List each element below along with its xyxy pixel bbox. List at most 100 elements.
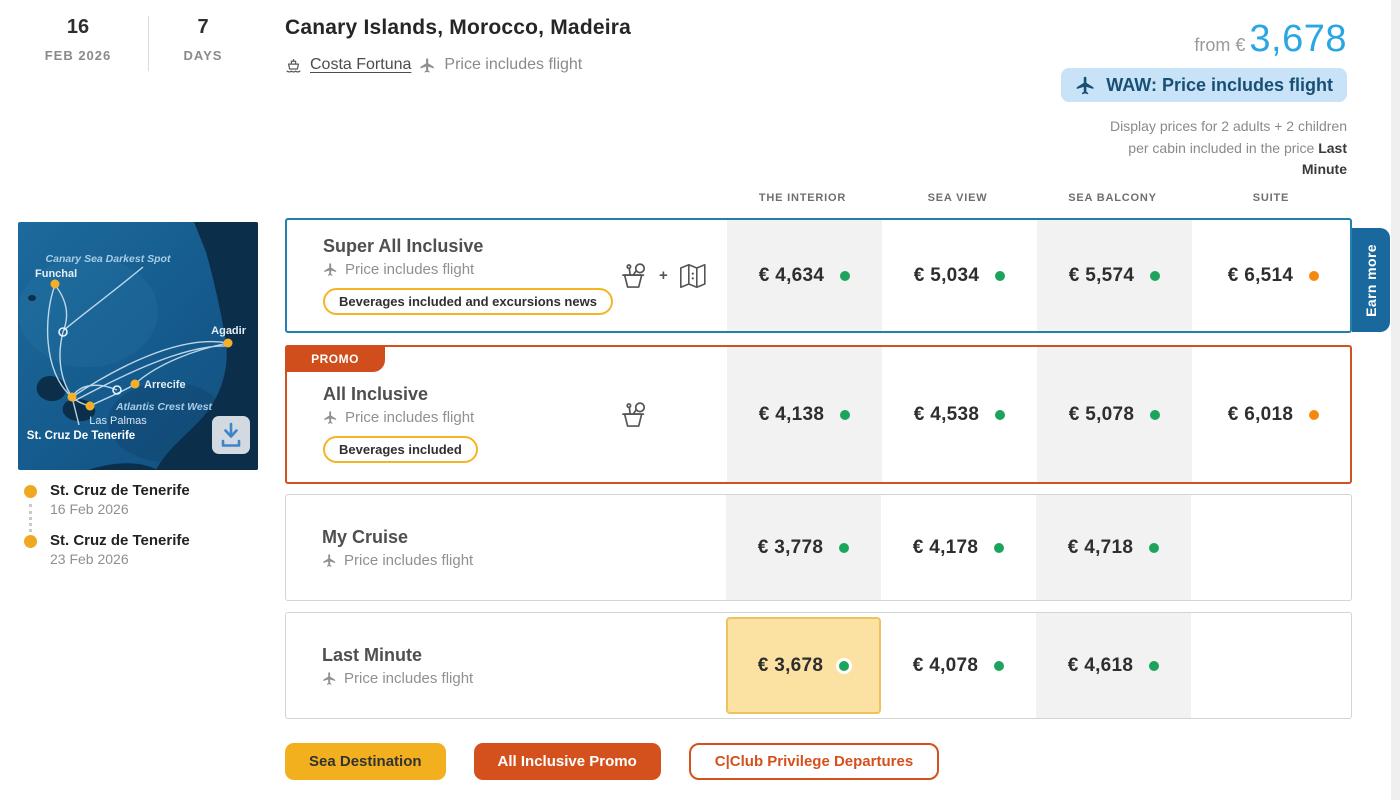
beverages-excursions-pill: Beverages included and excursions news xyxy=(323,288,613,315)
rate-info: My Cruise Price includes flight xyxy=(286,495,726,600)
price-cell-seaview[interactable]: € 4,538 xyxy=(882,347,1037,482)
beverage-icon xyxy=(617,260,651,292)
price-cell-balcony[interactable]: € 4,618 xyxy=(1036,613,1191,718)
availability-dot xyxy=(1149,542,1160,553)
price-value: € 3,778 xyxy=(757,536,824,558)
all-inclusive-promo-button[interactable]: All Inclusive Promo xyxy=(473,743,661,780)
price-value: € 4,634 xyxy=(758,264,825,286)
rate-feature-icons xyxy=(617,399,651,431)
flight-icon xyxy=(323,262,338,277)
rate-info: All Inclusive Price includes flight Beve… xyxy=(287,347,727,482)
price-cell-interior[interactable]: € 4,634 xyxy=(727,220,882,331)
map-port-label-arrecife: Arrecife xyxy=(144,379,186,391)
earn-more-tab[interactable]: Earn more xyxy=(1352,228,1390,332)
availability-dot xyxy=(1150,409,1161,420)
rate-info: Last Minute Price includes flight xyxy=(286,613,726,718)
availability-dot xyxy=(994,660,1005,671)
flight-icon xyxy=(322,553,337,568)
port-dot-icon xyxy=(24,535,37,548)
waw-flight-badge[interactable]: WAW: Price includes flight xyxy=(1061,68,1347,102)
rate-flight-note: Price includes flight xyxy=(323,409,727,426)
availability-dot xyxy=(1309,409,1320,420)
availability-dot xyxy=(995,409,1006,420)
price-cell-seaview[interactable]: € 5,034 xyxy=(882,220,1037,331)
ship-icon xyxy=(285,57,302,74)
price-value: € 6,514 xyxy=(1227,264,1294,286)
port-dot-icon xyxy=(24,485,37,498)
rate-name: Super All Inclusive xyxy=(323,236,484,256)
flight-icon xyxy=(322,671,337,686)
price-cell-suite-empty xyxy=(1191,495,1354,600)
price-value: € 4,718 xyxy=(1067,536,1134,558)
price-cell-balcony[interactable]: € 5,574 xyxy=(1037,220,1192,331)
duration-value: 7 xyxy=(197,16,209,38)
flight-note-text: Price includes flight xyxy=(345,409,475,426)
rate-name: Last Minute xyxy=(322,644,423,665)
route-map[interactable]: Canary Sea Darkest Spot Funchal Agadir A… xyxy=(18,222,258,470)
ship-name-link[interactable]: Costa Fortuna xyxy=(310,56,411,74)
map-port-label-funchal: Funchal xyxy=(35,268,77,280)
column-header-interior: THE INTERIOR xyxy=(758,192,847,204)
itinerary-stop: St. Cruz de Tenerife 23 Feb 2026 xyxy=(24,532,190,567)
column-header-balcony: SEA BALCONY xyxy=(1068,192,1157,204)
rate-row-last-minute[interactable]: Last Minute Price includes flight € 3,67… xyxy=(285,612,1352,719)
earn-more-label: Earn more xyxy=(1363,243,1379,317)
price-value: € 5,078 xyxy=(1068,403,1135,425)
map-spot-label: Atlantis Crest West xyxy=(115,401,213,413)
price-cell-seaview[interactable]: € 4,178 xyxy=(881,495,1036,600)
price-cell-suite[interactable]: € 6,018 xyxy=(1192,347,1355,482)
from-label: from € xyxy=(1194,35,1246,55)
price-cell-suite[interactable]: € 6,514 xyxy=(1192,220,1355,331)
price-cell-interior[interactable]: € 4,138 xyxy=(727,347,882,482)
plus-separator: + xyxy=(659,267,668,284)
note-text: Display prices for 2 adults + 2 children… xyxy=(1110,118,1347,156)
price-value: € 4,178 xyxy=(912,536,979,558)
column-header-seaview: SEA VIEW xyxy=(927,192,988,204)
departure-date: 16 FEB 2026 xyxy=(30,16,126,63)
itinerary-port: St. Cruz de Tenerife xyxy=(50,482,190,499)
rate-feature-icons: + xyxy=(617,260,708,292)
column-header-suite: SUITE xyxy=(1252,192,1290,204)
map-port-label-laspalmas: Las Palmas xyxy=(89,415,147,427)
price-cell-interior-selected[interactable]: € 3,678 xyxy=(726,617,881,714)
map-download-button[interactable] xyxy=(212,416,250,454)
waw-badge-label: WAW: Price includes flight xyxy=(1106,74,1333,95)
departure-month-year: FEB 2026 xyxy=(44,48,112,63)
price-display-note: Display prices for 2 adults + 2 children… xyxy=(1089,116,1347,181)
price-cell-seaview[interactable]: € 4,078 xyxy=(881,613,1036,718)
itinerary-date: 16 Feb 2026 xyxy=(50,501,129,517)
beverage-icon xyxy=(617,399,651,431)
rate-row-all-inclusive[interactable]: PROMO All Inclusive Price includes fligh… xyxy=(285,345,1352,484)
availability-dot xyxy=(1149,660,1160,671)
flight-note-text: Price includes flight xyxy=(344,669,474,687)
rate-row-super-all-inclusive[interactable]: Super All Inclusive Price includes fligh… xyxy=(285,218,1352,333)
flight-icon xyxy=(1075,75,1096,96)
itinerary-port: St. Cruz de Tenerife xyxy=(50,532,190,549)
flight-icon xyxy=(323,410,338,425)
price-value: € 5,034 xyxy=(913,264,980,286)
beverages-pill: Beverages included xyxy=(323,436,478,463)
flight-note: Price includes flight xyxy=(444,56,583,73)
rate-row-my-cruise[interactable]: My Cruise Price includes flight € 3,778 … xyxy=(285,494,1352,601)
duration-label: DAYS xyxy=(183,48,223,63)
price-value: € 3,678 xyxy=(757,654,824,676)
availability-dot xyxy=(839,542,850,553)
price-cell-interior[interactable]: € 3,778 xyxy=(726,495,881,600)
availability-dot xyxy=(840,270,851,281)
availability-dot xyxy=(839,660,850,671)
price-cell-balcony[interactable]: € 5,078 xyxy=(1037,347,1192,482)
price-value: € 4,618 xyxy=(1067,654,1134,676)
map-region-label: Canary Sea Darkest Spot xyxy=(46,253,171,265)
departure-day: 16 xyxy=(66,16,90,38)
cclub-privilege-button[interactable]: C|Club Privilege Departures xyxy=(688,743,940,780)
rate-name: All Inclusive xyxy=(323,384,429,404)
sea-destination-button[interactable]: Sea Destination xyxy=(285,743,446,780)
price-cell-suite-empty xyxy=(1191,613,1354,718)
itinerary-date: 23 Feb 2026 xyxy=(50,551,129,567)
price-value: € 4,538 xyxy=(913,403,980,425)
rate-flight-note: Price includes flight xyxy=(322,670,726,687)
page-title: Canary Islands, Morocco, Madeira xyxy=(285,16,632,39)
price-cell-balcony[interactable]: € 4,718 xyxy=(1036,495,1191,600)
price-value: € 4,078 xyxy=(912,654,979,676)
availability-dot xyxy=(840,409,851,420)
